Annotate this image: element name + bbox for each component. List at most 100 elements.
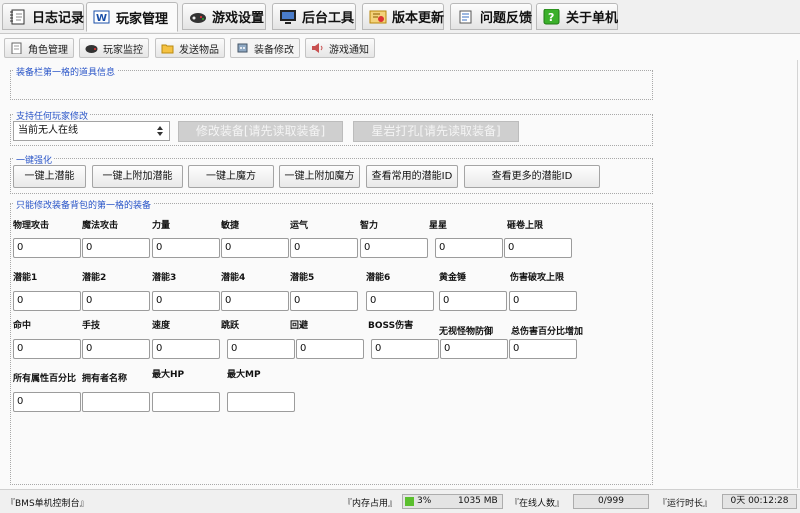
field-label: 总伤害百分比增加 [511, 327, 584, 337]
socket-punch-button[interactable]: 星岩打孔[请先读取装备] [353, 121, 519, 142]
tab-log[interactable]: 日志记录 [2, 3, 84, 30]
hand-skill-input[interactable]: 0 [82, 339, 150, 359]
field-label: 潜能5 [290, 273, 315, 283]
clipboard-icon [10, 42, 23, 55]
tab-backend-tools[interactable]: 后台工具 [272, 3, 356, 30]
online-count-box: 0/999 [573, 494, 649, 509]
potential-5-input[interactable]: 0 [290, 291, 358, 311]
speed-input[interactable]: 0 [152, 339, 220, 359]
modify-equipment-button[interactable]: 修改装备[请先读取装备] [178, 121, 343, 142]
field-label: 潜能2 [82, 273, 107, 283]
tab-feedback-label: 问题反馈 [480, 11, 533, 26]
damage-cap-input[interactable]: 0 [509, 291, 577, 311]
luck-input[interactable]: 0 [290, 238, 358, 258]
status-bar: 『BMS单机控制台』 『内存占用』 3% 1035 MB 『在线人数』 0/99… [0, 489, 800, 513]
physical-attack-input[interactable]: 0 [13, 238, 81, 258]
one-click-bonus-potential-button[interactable]: 一键上附加潜能 [92, 165, 183, 188]
avoid-input[interactable]: 0 [296, 339, 364, 359]
memory-label: 『内存占用』 [343, 499, 398, 509]
svg-text:W: W [96, 13, 107, 24]
potential-3-input[interactable]: 0 [152, 291, 220, 311]
ignore-defense-input[interactable]: 0 [440, 339, 508, 359]
dexterity-input[interactable]: 0 [221, 238, 289, 258]
stars-input[interactable]: 0 [435, 238, 503, 258]
total-damage-input[interactable]: 0 [509, 339, 577, 359]
folder-icon [161, 42, 174, 54]
field-label: BOSS伤害 [368, 321, 414, 331]
subtab-role-management-label: 角色管理 [28, 44, 68, 56]
field-label: 智力 [360, 221, 379, 231]
notebook-icon [9, 9, 27, 25]
boss-damage-input[interactable]: 0 [371, 339, 439, 359]
player-select-value: 当前无人在线 [18, 125, 78, 136]
field-label: 所有属性百分比 [13, 374, 77, 384]
tab-game-settings-label: 游戏设置 [212, 11, 265, 26]
all-stats-percent-input[interactable]: 0 [13, 392, 81, 412]
tab-version-update[interactable]: 版本更新 [362, 3, 444, 30]
subtab-equipment-modify[interactable]: 装备修改 [230, 38, 300, 58]
subtab-player-monitor-label: 玩家监控 [103, 44, 143, 56]
one-click-bonus-cube-button[interactable]: 一键上附加魔方 [279, 165, 360, 188]
subtab-role-management[interactable]: 角色管理 [4, 38, 74, 58]
subtab-equipment-modify-label: 装备修改 [254, 44, 294, 56]
memory-percent: 3% [417, 496, 432, 506]
potential-6-input[interactable]: 0 [366, 291, 434, 311]
tab-player-management[interactable]: W 玩家管理 [86, 2, 178, 32]
field-label: 拥有者名称 [82, 374, 128, 384]
gamepad-icon [85, 42, 98, 54]
owner-name-input[interactable] [82, 392, 150, 412]
potential-1-input[interactable]: 0 [13, 291, 81, 311]
equip-info-group: 装备栏第一格的道具信息 [10, 65, 653, 100]
runtime-box: 0天 00:12:28 [722, 494, 797, 509]
field-label: 最大MP [227, 370, 261, 380]
intelligence-input[interactable]: 0 [360, 238, 428, 258]
field-label: 命中 [13, 321, 32, 331]
scroll-limit-input[interactable]: 0 [504, 238, 572, 258]
field-label: 速度 [152, 321, 171, 331]
scroll-icon [457, 9, 475, 25]
field-label: 敏捷 [221, 221, 240, 231]
field-label: 魔法攻击 [82, 221, 119, 231]
potential-2-input[interactable]: 0 [82, 291, 150, 311]
tab-game-settings[interactable]: 游戏设置 [182, 3, 266, 30]
dropdown-arrow-icon [156, 122, 164, 144]
tab-about-label: 关于单机 [566, 11, 619, 26]
field-label: 潜能6 [366, 273, 391, 283]
strength-input[interactable]: 0 [152, 238, 220, 258]
one-click-cube-button[interactable]: 一键上魔方 [188, 165, 274, 188]
help-icon: ? [543, 8, 561, 25]
max-mp-input[interactable] [227, 392, 295, 412]
memory-value: 1035 MB [458, 496, 498, 506]
subtab-send-items[interactable]: 发送物品 [155, 38, 225, 58]
svg-text:?: ? [548, 11, 554, 24]
more-potential-id-button[interactable]: 查看更多的潜能ID [464, 165, 600, 188]
equip-info-title: 装备栏第一格的道具信息 [14, 65, 118, 78]
player-select[interactable]: 当前无人在线 [13, 121, 170, 141]
jump-input[interactable]: 0 [227, 339, 295, 359]
wordpad-icon: W [93, 9, 111, 25]
subtab-game-notice-label: 游戏通知 [329, 44, 369, 56]
monitor-icon [279, 9, 297, 25]
subtab-send-items-label: 发送物品 [179, 44, 219, 56]
online-label: 『在线人数』 [510, 499, 565, 509]
subtab-player-monitor[interactable]: 玩家监控 [79, 38, 149, 58]
field-label: 回避 [290, 321, 309, 331]
potential-4-input[interactable]: 0 [221, 291, 289, 311]
speaker-icon [311, 42, 324, 54]
tab-log-label: 日志记录 [32, 11, 85, 26]
field-label: 物理攻击 [13, 221, 50, 231]
magic-attack-input[interactable]: 0 [82, 238, 150, 258]
tab-feedback[interactable]: 问题反馈 [450, 3, 532, 30]
tab-about[interactable]: ? 关于单机 [536, 3, 618, 30]
certificate-icon [369, 9, 387, 25]
one-click-potential-button[interactable]: 一键上潜能 [13, 165, 86, 188]
common-potential-id-button[interactable]: 查看常用的潜能ID [366, 165, 458, 188]
accuracy-input[interactable]: 0 [13, 339, 81, 359]
field-label: 潜能4 [221, 273, 246, 283]
field-label: 运气 [290, 221, 309, 231]
max-hp-input[interactable] [152, 392, 220, 412]
subtab-game-notice[interactable]: 游戏通知 [305, 38, 375, 58]
golden-hammer-input[interactable]: 0 [439, 291, 507, 311]
field-label: 手技 [82, 321, 101, 331]
robot-icon [236, 42, 249, 54]
